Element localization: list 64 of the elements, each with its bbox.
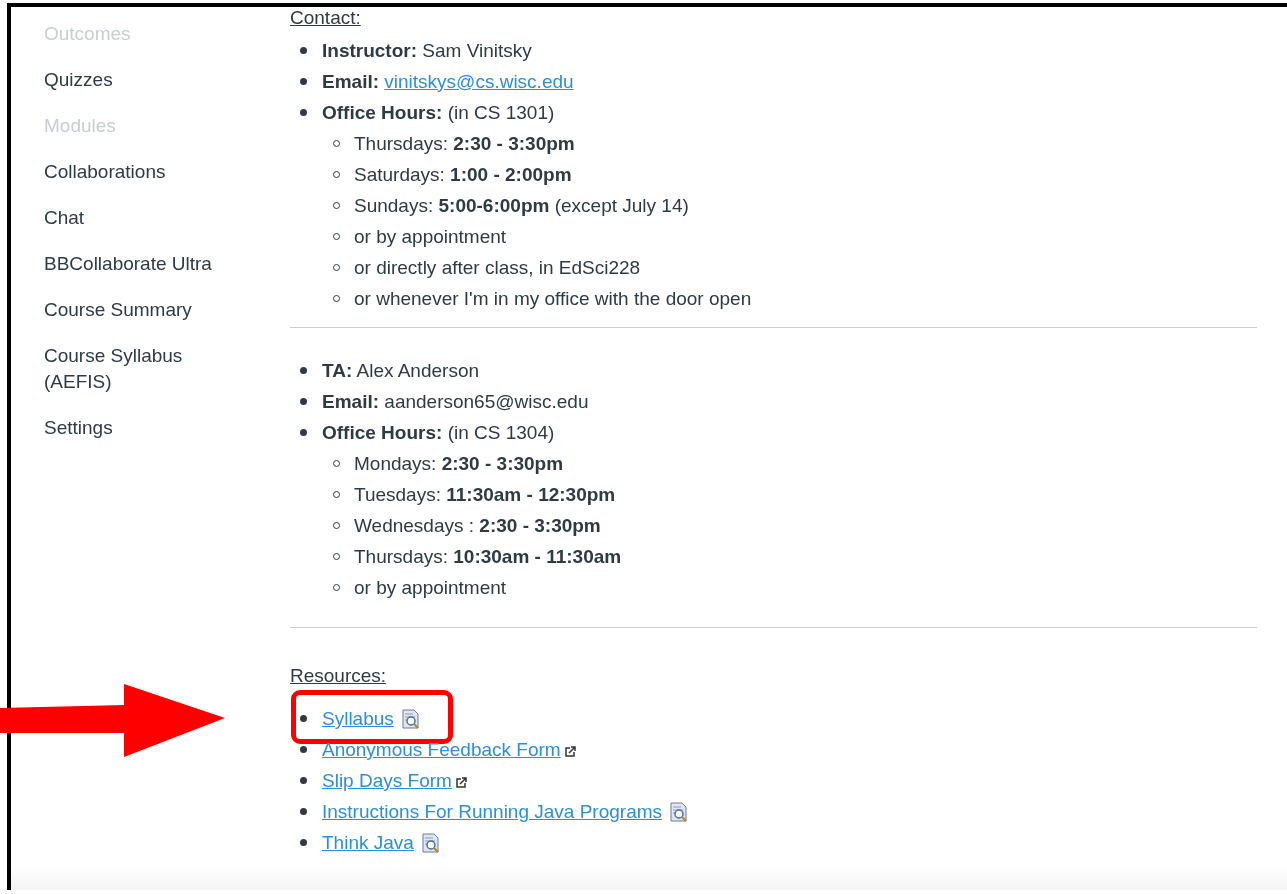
bullet-icon: [333, 460, 340, 467]
document-icon: [401, 709, 420, 729]
section-heading: Resources:: [290, 665, 388, 687]
bullet-icon: [333, 584, 340, 591]
field-label: Email:: [322, 71, 380, 92]
hours-entry: Tuesdays: 11:30am - 12:30pm: [354, 484, 616, 505]
bullet-icon: [300, 47, 307, 54]
field-label: Instructor:: [322, 40, 417, 61]
field-value: (in CS 1301): [447, 102, 555, 123]
nav-link[interactable]: Course Summary: [44, 297, 214, 323]
hours-entry: Saturdays: 1:00 - 2:00pm: [354, 164, 572, 185]
field-value: Alex Anderson: [356, 360, 479, 381]
nav-link[interactable]: Course Syllabus (AEFIS): [44, 343, 214, 395]
bullet-icon: [300, 429, 307, 436]
resource-link[interactable]: Think Java: [322, 832, 414, 853]
field-value: (in CS 1304): [447, 422, 555, 443]
bullet-icon: [333, 553, 340, 560]
nav-link[interactable]: Settings: [44, 415, 214, 441]
external-link-icon: [455, 777, 467, 788]
resource-link[interactable]: Slip Days Form: [322, 770, 452, 791]
hours-entry: or by appointment: [354, 577, 507, 598]
hours-entry: or by appointment: [354, 226, 507, 247]
nav-link[interactable]: BBCollaborate Ultra: [44, 251, 214, 277]
document-icon: [670, 802, 689, 822]
resource-link[interactable]: Anonymous Feedback Form: [322, 739, 561, 760]
bullet-icon: [300, 398, 307, 405]
bullet-icon: [333, 202, 340, 209]
resource-link[interactable]: Instructions For Running Java Programs: [322, 801, 663, 822]
resource-link[interactable]: Syllabus: [322, 708, 394, 729]
bullet-icon: [333, 140, 340, 147]
hours-entry: Sundays: 5:00-6:00pm (except July 14): [354, 195, 689, 216]
field-value: Sam Vinitsky: [422, 40, 532, 61]
field-label: Office Hours:: [322, 422, 443, 443]
bullet-icon: [300, 746, 307, 753]
field-value: aanderson65@wisc.edu: [384, 391, 589, 412]
field-label: Email:: [322, 391, 380, 412]
bullet-icon: [300, 78, 307, 85]
hours-entry: Wednesdays : 2:30 - 3:30pm: [354, 515, 601, 536]
bullet-icon: [333, 522, 340, 529]
section-heading: Contact:: [290, 7, 362, 29]
hours-entry: or directly after class, in EdSci228: [354, 257, 641, 278]
hours-entry: Thursdays: 2:30 - 3:30pm: [354, 133, 575, 154]
document-icon: [421, 833, 440, 853]
nav-link[interactable]: Chat: [44, 205, 214, 231]
nav-link[interactable]: Collaborations: [44, 159, 214, 185]
hours-entry: or whenever I'm in my office with the door open: [354, 288, 752, 309]
nav-link[interactable]: Quizzes: [44, 67, 214, 93]
bullet-icon: [300, 109, 307, 116]
field-label: TA:: [322, 360, 353, 381]
hours-entry: Mondays: 2:30 - 3:30pm: [354, 453, 564, 474]
bullet-icon: [300, 777, 307, 784]
bullet-icon: [333, 233, 340, 240]
bullet-icon: [300, 715, 307, 722]
bullet-icon: [300, 367, 307, 374]
bullet-icon: [333, 171, 340, 178]
external-link-icon: [564, 746, 576, 757]
bullet-icon: [333, 491, 340, 498]
bullet-icon: [333, 295, 340, 302]
bullet-icon: [300, 839, 307, 846]
bullet-icon: [300, 808, 307, 815]
field-label: Office Hours:: [322, 102, 443, 123]
email-link[interactable]: vinitskys@cs.wisc.edu: [384, 71, 574, 92]
bullet-icon: [333, 264, 340, 271]
hours-entry: Thursdays: 10:30am - 11:30am: [354, 546, 622, 567]
